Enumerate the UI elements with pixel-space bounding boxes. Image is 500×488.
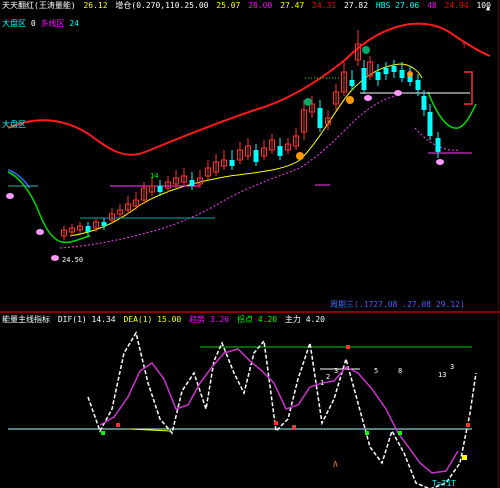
signal-marker xyxy=(362,46,370,54)
header-item: 100 xyxy=(476,1,491,10)
osc-value-label: 13 xyxy=(438,371,446,379)
candle-body xyxy=(277,146,283,156)
osc-value-label: 5 xyxy=(374,367,378,375)
oscillator-canvas[interactable]: Λ 3 5 8 13 3 2 1 xyxy=(0,313,500,488)
sell-marker xyxy=(116,423,120,427)
signal-marker xyxy=(346,96,354,104)
sub-header-item: 多线区 xyxy=(40,19,65,28)
osc-value-label: 8 xyxy=(398,367,402,375)
candle-body xyxy=(391,66,397,72)
candle-body xyxy=(101,222,107,226)
sell-marker xyxy=(292,425,296,429)
osc-white-line xyxy=(87,331,477,488)
sell-marker xyxy=(466,423,470,427)
oscillator-panel[interactable]: Λ 3 5 8 13 3 2 1 能量主线指标 DIF(1) 14.34 DEA… xyxy=(0,313,500,488)
osc-value-label: 3 xyxy=(334,367,338,375)
main-chart-canvas[interactable]: 14 T ▲ xyxy=(0,0,500,312)
candle-body xyxy=(253,150,259,162)
candle-body xyxy=(361,68,367,90)
recent-green-curve xyxy=(427,91,477,129)
header-item: 20.00 xyxy=(248,1,273,10)
osc-header-item: DIF(1) 14.34 xyxy=(57,315,116,324)
header-item: 27.82 xyxy=(343,1,369,10)
early-trend-curve xyxy=(7,171,91,244)
osc-bottom-label: T=T1T xyxy=(432,479,457,488)
heart-marker xyxy=(6,193,14,199)
signal-marker xyxy=(296,152,304,160)
osc-header-item: 拐点 4.20 xyxy=(237,315,278,324)
osc-header-item: 趋势 3.26 xyxy=(189,315,230,324)
main-chart-panel[interactable]: 14 T ▲ 天天翻红(王涛量能) 26.12 增仓(0.270,110.25.… xyxy=(0,0,500,312)
signal-label: 14 xyxy=(150,172,158,180)
header-item: 26.12 xyxy=(83,1,108,10)
header-item: 天天翻红(王涛量能) xyxy=(2,1,76,10)
heart-marker xyxy=(36,229,44,235)
candlestick-series xyxy=(61,30,441,240)
heart-marker xyxy=(436,159,444,165)
candle-body xyxy=(435,138,441,152)
sub-header-item: 大盘区 xyxy=(2,19,26,28)
candle-body xyxy=(85,226,91,232)
sell-marker xyxy=(346,345,350,349)
sub-header-item: 0 xyxy=(30,19,36,28)
signal-marker xyxy=(304,98,312,106)
sub-header: 大盘区 0 多线区 24 xyxy=(2,19,79,28)
header-item: 增仓(0.270,110.25.00 xyxy=(115,1,209,10)
sell-marker xyxy=(274,421,278,425)
osc-value-label: 2 xyxy=(326,373,330,381)
osc-header-item: 主力 4.20 xyxy=(284,315,326,324)
heart-marker xyxy=(51,255,59,261)
sub-header-item: 24 xyxy=(69,19,79,28)
candle-body xyxy=(375,72,381,80)
heart-marker xyxy=(364,95,372,101)
warning-marker xyxy=(462,455,467,460)
candle-body xyxy=(317,108,323,128)
candle-body xyxy=(349,80,355,86)
header-item: 48 xyxy=(427,1,437,10)
candle-body xyxy=(189,180,195,186)
candle-body xyxy=(427,112,433,136)
signal-marker xyxy=(407,71,413,77)
osc-header-item: 能量主线指标 xyxy=(2,315,50,324)
candle-body xyxy=(415,80,421,90)
oscillator-header: 能量主线指标 DIF(1) 14.34 DEA(1) 15.00 趋势 3.26… xyxy=(2,315,328,324)
header-item: 25.07 xyxy=(216,1,241,10)
heart-marker xyxy=(394,90,402,96)
main-header: 天天翻红(王涛量能) 26.12 增仓(0.270,110.25.00 25.0… xyxy=(2,1,494,10)
buy-marker xyxy=(101,431,105,435)
candle-body xyxy=(421,96,427,110)
candle-body xyxy=(229,160,235,166)
right-bracket xyxy=(464,71,473,105)
candle-body xyxy=(399,70,405,78)
sub-header-item: 大盘区 xyxy=(2,120,26,129)
header-item: HBS 27.06 xyxy=(375,1,420,10)
buy-marker xyxy=(365,431,369,435)
low-price-label: 24.50 xyxy=(62,256,84,264)
osc-header-item: DEA(1) 15.00 xyxy=(123,315,182,324)
warning-marker: Λ xyxy=(333,460,338,469)
candle-body xyxy=(157,186,163,192)
osc-value-label: 1 xyxy=(320,379,324,387)
header-item: 24.31 xyxy=(312,1,337,10)
period-label: 周期三(.1727.08 .27.08 29.12) xyxy=(330,300,465,309)
osc-value-label: 3 xyxy=(450,363,454,371)
candle-body xyxy=(383,68,389,74)
buy-marker xyxy=(398,431,402,435)
header-item: 24.94 xyxy=(444,1,469,10)
header-item: 27.47 xyxy=(280,1,305,10)
